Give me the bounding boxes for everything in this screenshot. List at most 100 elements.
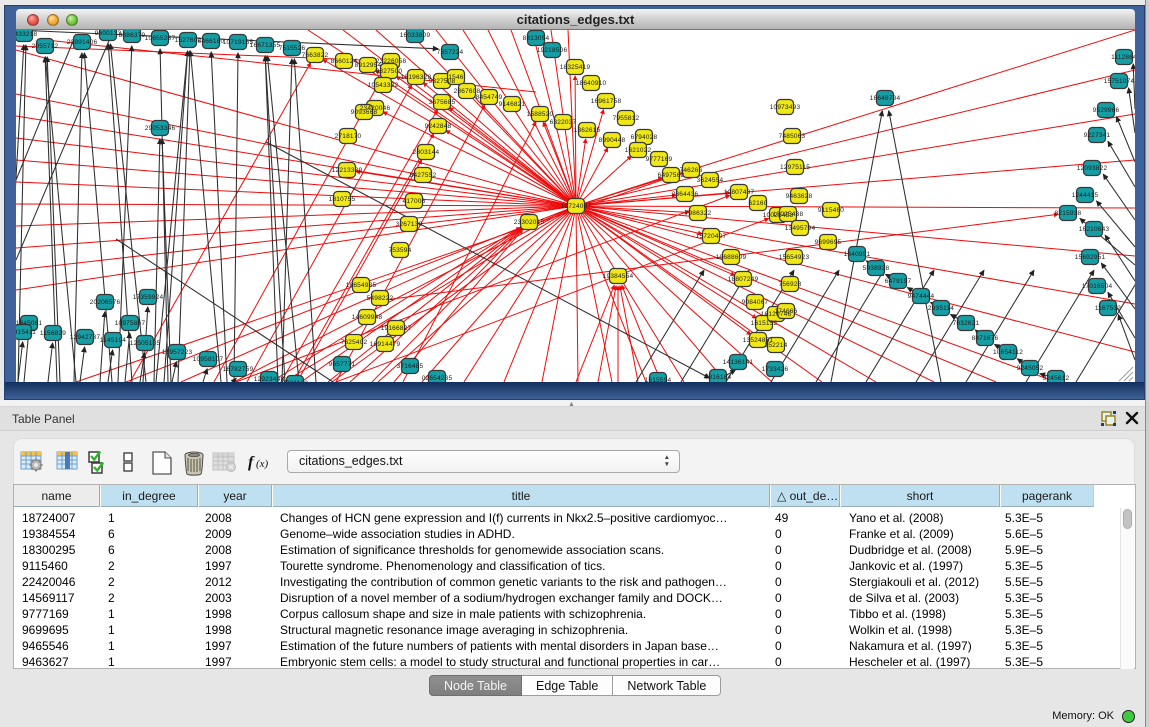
svg-text:1845061: 1845061	[16, 320, 43, 327]
svg-text:6479197: 6479197	[885, 278, 912, 285]
svg-text:6466160: 6466160	[198, 38, 225, 45]
svg-text:252214: 252214	[765, 342, 788, 349]
svg-text:1588520: 1588520	[527, 111, 554, 118]
svg-text:18196328: 18196328	[401, 74, 432, 81]
svg-text:13495794: 13495794	[785, 225, 816, 232]
svg-text:7357224: 7357224	[437, 49, 464, 56]
svg-text:9529966: 9529966	[1093, 107, 1120, 114]
svg-text:1112864: 1112864	[1111, 54, 1135, 61]
svg-text:23226058: 23226058	[376, 58, 407, 65]
svg-text:8471676: 8471676	[972, 335, 999, 342]
svg-text:8386379: 8386379	[119, 32, 146, 39]
svg-text:10543382: 10543382	[368, 82, 399, 89]
svg-text:10958107: 10958107	[193, 356, 224, 363]
svg-text:7632621: 7632621	[953, 320, 980, 327]
svg-text:14136141: 14136141	[723, 359, 754, 366]
svg-text:3267130: 3267130	[396, 221, 423, 228]
svg-text:16033809: 16033809	[400, 32, 431, 39]
svg-text:3716485: 3716485	[397, 363, 424, 370]
svg-text:9245052: 9245052	[1017, 365, 1044, 372]
svg-text:10975867: 10975867	[115, 320, 146, 327]
svg-text:23302015: 23302015	[514, 219, 545, 226]
svg-text:2718170: 2718170	[335, 133, 362, 140]
svg-text:3624554: 3624554	[697, 177, 724, 184]
svg-text:17957223: 17957223	[162, 349, 193, 356]
svg-text:16671355: 16671355	[250, 42, 281, 49]
svg-text:10655287: 10655287	[145, 35, 176, 42]
svg-text:17359924: 17359924	[133, 294, 164, 301]
svg-text:9657771: 9657771	[329, 361, 356, 368]
svg-text:1621022: 1621022	[625, 147, 652, 154]
svg-text:8454749: 8454749	[476, 94, 503, 101]
svg-text:18640910: 18640910	[576, 80, 607, 87]
svg-text:19384554: 19384554	[603, 273, 634, 280]
svg-text:2364436: 2364436	[672, 191, 699, 198]
svg-text:7955812: 7955812	[613, 115, 640, 122]
svg-text:16961758: 16961758	[591, 98, 622, 105]
svg-text:0433218: 0433218	[16, 31, 38, 38]
svg-text:1156829: 1156829	[40, 330, 66, 337]
svg-text:6322037: 6322037	[550, 119, 577, 126]
svg-text:5498222: 5498222	[367, 295, 394, 302]
svg-text:2803144: 2803144	[413, 149, 440, 156]
svg-text:10025438: 10025438	[773, 211, 804, 218]
svg-text:16782759: 16782759	[223, 366, 254, 373]
svg-text:12213389: 12213389	[332, 167, 363, 174]
svg-text:5938928: 5938928	[863, 265, 890, 272]
svg-text:9093668: 9093668	[351, 109, 378, 116]
svg-text:19654985: 19654985	[346, 282, 377, 289]
svg-text:6794028: 6794028	[631, 134, 658, 141]
svg-text:10807487: 10807487	[724, 189, 755, 196]
svg-text:746266: 746266	[680, 167, 703, 174]
svg-text:1615594: 1615594	[645, 377, 672, 382]
svg-text:1546: 1546	[448, 74, 463, 81]
svg-text:15720407: 15720407	[696, 233, 727, 240]
svg-text:10654112: 10654112	[993, 349, 1023, 356]
svg-text:15692951: 15692951	[1075, 254, 1106, 261]
svg-text:7625402: 7625402	[341, 339, 368, 346]
svg-text:15751074: 15751074	[1104, 78, 1135, 85]
svg-text:10688609: 10688609	[716, 254, 747, 261]
svg-text:14609948: 14609948	[352, 314, 383, 321]
svg-text:12505135: 12505135	[130, 340, 161, 347]
svg-text:1810755: 1810755	[329, 196, 356, 203]
svg-text:19218506: 19218506	[537, 47, 568, 54]
svg-text:9115460: 9115460	[818, 207, 844, 214]
svg-text:9327500: 9327500	[376, 68, 403, 75]
svg-text:20206576: 20206576	[90, 299, 121, 306]
svg-text:7986322: 7986322	[685, 210, 712, 217]
svg-text:9146821: 9146821	[499, 101, 526, 108]
svg-text:174666: 174666	[775, 308, 798, 315]
svg-text:1244415: 1244415	[1072, 192, 1099, 199]
svg-text:9245612: 9245612	[1043, 375, 1070, 382]
svg-text:1733426: 1733426	[762, 366, 789, 373]
svg-text:62160: 62160	[748, 200, 767, 207]
svg-text:7663822: 7663822	[302, 52, 329, 59]
svg-text:17016504: 17016504	[1082, 283, 1113, 290]
svg-text:9600133: 9600133	[95, 30, 122, 37]
svg-text:2935114: 2935114	[928, 305, 954, 312]
svg-text:19166827: 19166827	[381, 325, 412, 332]
svg-text:20891406: 20891406	[67, 39, 98, 46]
svg-text:12942737: 12942737	[70, 334, 101, 341]
svg-text:7515526: 7515526	[279, 45, 306, 52]
svg-text:1640951: 1640951	[844, 251, 871, 258]
svg-text:8990448: 8990448	[599, 137, 626, 144]
svg-text:1615152: 1615152	[751, 320, 778, 327]
svg-text:8215938: 8215938	[1055, 210, 1082, 217]
svg-text:18807249: 18807249	[728, 276, 759, 283]
svg-text:9699695: 9699695	[815, 239, 842, 246]
svg-text:12093822: 12093822	[1077, 165, 1108, 172]
svg-text:f: f	[248, 454, 255, 471]
svg-text:(x): (x)	[256, 458, 269, 470]
svg-text:1167532: 1167532	[1095, 305, 1121, 312]
svg-text:7485063: 7485063	[779, 133, 806, 140]
svg-text:9084067: 9084067	[742, 299, 769, 306]
svg-text:8813054: 8813054	[523, 35, 550, 42]
svg-text:9463628: 9463628	[786, 193, 813, 200]
svg-text:417006: 417006	[403, 198, 426, 205]
svg-text:16914479: 16914479	[370, 341, 401, 348]
svg-text:16648784: 16648784	[870, 95, 901, 102]
svg-text:3915411: 3915411	[16, 329, 36, 336]
svg-text:9031189: 9031189	[282, 380, 308, 382]
